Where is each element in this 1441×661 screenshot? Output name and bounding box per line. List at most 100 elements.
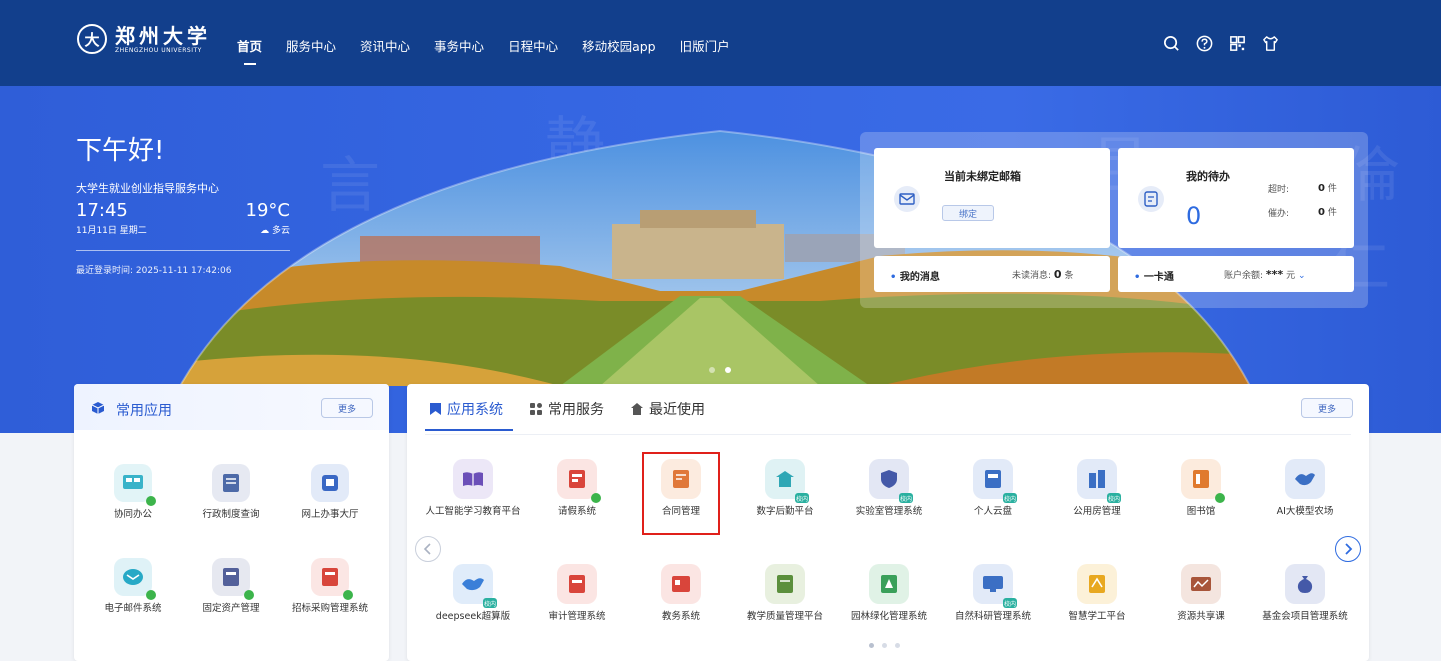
admin-rules-icon [212, 464, 250, 502]
fixed-assets-icon [212, 558, 254, 600]
message-bar[interactable]: • 我的消息 未读消息: 0 条 [874, 256, 1110, 292]
sys-smart-student[interactable]: 智慧学工平台 [1045, 564, 1149, 623]
overdue-unit: 件 [1327, 184, 1337, 194]
urge-label: 催办: [1268, 209, 1290, 219]
bullet-icon-2: • [1134, 272, 1141, 283]
chevron-down-icon[interactable]: ⌄ [1298, 271, 1306, 281]
app-admin-rules[interactable]: 行政制度查询 [176, 464, 286, 521]
research-icon: 校内 [973, 564, 1017, 608]
tab-common-services[interactable]: 常用服务 [529, 399, 604, 431]
shirt-icon[interactable] [1261, 34, 1280, 53]
procurement-icon [311, 558, 353, 600]
page-dot[interactable] [882, 643, 887, 648]
university-logo[interactable]: 大 郑州大学 ZHENGZHOU UNIVERSITY [77, 24, 211, 54]
unread-label: 未读消息: [1012, 271, 1052, 281]
temperature: 19°C [245, 200, 290, 221]
nav-affairs-center[interactable]: 事务中心 [434, 36, 484, 55]
nav-news-center[interactable]: 资讯中心 [360, 36, 410, 55]
sys-ai-model-farm[interactable]: AI大模型农场 [1253, 459, 1357, 518]
sys-teaching-quality[interactable]: 教学质量管理平台 [733, 564, 837, 623]
user-info-box: 大学生就业创业指导服务中心 17:45 19°C 11月11日 星期二 ☁ 多云… [76, 180, 290, 276]
todo-icon [1138, 186, 1164, 212]
sys-foundation-projects[interactable]: 基金会项目管理系统 [1253, 564, 1357, 623]
university-seal-icon: 大 [77, 24, 107, 54]
app-label: 行政制度查询 [202, 509, 260, 520]
next-page-arrow[interactable] [1335, 536, 1361, 562]
page-dot[interactable] [869, 643, 874, 648]
badge-icon [1215, 493, 1225, 503]
carousel-dot[interactable] [709, 367, 715, 373]
sys-deepseek[interactable]: 校内 deepseek超算版 [421, 564, 525, 623]
sys-ai-education[interactable]: 人工智能学习教育平台 [421, 459, 525, 518]
weather-text: 多云 [271, 226, 290, 236]
tab-recent[interactable]: 最近使用 [630, 399, 705, 431]
sys-shared-courses[interactable]: 资源共享课 [1149, 564, 1253, 623]
nav-schedule-center[interactable]: 日程中心 [508, 36, 558, 55]
nav-home[interactable]: 首页 [237, 36, 262, 65]
bullet-icon: • [890, 272, 897, 283]
sys-audit[interactable]: 审计管理系统 [525, 564, 629, 623]
info-divider [76, 250, 290, 251]
sys-cloud-disk[interactable]: 校内 个人云盘 [941, 459, 1045, 518]
unread-count: 0 [1053, 268, 1062, 281]
sys-digital-logistics[interactable]: 校内 数字后勤平台 [733, 459, 837, 518]
help-icon[interactable] [1195, 34, 1214, 53]
prev-page-arrow[interactable] [415, 536, 441, 562]
sys-lab-management[interactable]: 校内 实验室管理系统 [837, 459, 941, 518]
system-label: 教务系统 [661, 611, 700, 622]
nav-mobile-app[interactable]: 移动校园app [582, 36, 656, 55]
tab-app-systems[interactable]: 应用系统 [425, 399, 513, 431]
home-icon [631, 403, 643, 415]
badge-icon [146, 496, 156, 506]
last-login-time: 最近登录时间: 2025-11-11 17:42:06 [76, 266, 232, 276]
nav-service-center[interactable]: 服务中心 [286, 36, 336, 55]
todo-count: 0 [1186, 202, 1202, 230]
page-dot[interactable] [895, 643, 900, 648]
sys-public-housing[interactable]: 校内 公用房管理 [1045, 459, 1149, 518]
badge-icon [591, 493, 601, 503]
mail-icon [894, 186, 920, 212]
cloud-icon: ☁ [260, 226, 270, 236]
app-collab-office[interactable]: 协同办公 [78, 464, 188, 521]
system-label: 公用房管理 [1073, 506, 1121, 517]
tab-divider [425, 434, 1351, 435]
systems-more-button[interactable]: 更多 [1301, 398, 1353, 418]
app-online-hall[interactable]: 网上办事大厅 [275, 464, 385, 521]
cloud-disk-icon: 校内 [973, 459, 1017, 503]
app-procurement[interactable]: 招标采购管理系统 [275, 558, 385, 615]
nav-legacy-portal[interactable]: 旧版门户 [680, 36, 730, 55]
sys-research[interactable]: 校内 自然科研管理系统 [941, 564, 1045, 623]
sys-landscaping[interactable]: 园林绿化管理系统 [837, 564, 941, 623]
book-icon [453, 459, 493, 499]
leave-icon [557, 459, 601, 503]
app-fixed-assets[interactable]: 固定资产管理 [176, 558, 286, 615]
qrcode-icon[interactable] [1228, 34, 1247, 53]
carousel-dot-active[interactable] [725, 367, 731, 373]
bookmark-icon [430, 403, 441, 415]
campus-card-bar[interactable]: • 一卡通 账户余额: *** 元 ⌄ [1118, 256, 1354, 292]
todo-card[interactable]: 我的待办 0 超时: 0 件 催办: 0 件 [1118, 148, 1354, 248]
online-hall-icon [311, 464, 349, 502]
bind-mailbox-button[interactable]: 绑定 [942, 205, 994, 221]
current-date: 11月11日 星期二 [76, 226, 147, 236]
campus-tag: 校内 [795, 493, 809, 503]
app-email-system[interactable]: 电子邮件系统 [78, 558, 188, 615]
system-label: 自然科研管理系统 [954, 611, 1031, 622]
system-label: 资源共享课 [1177, 611, 1225, 622]
logistics-icon: 校内 [765, 459, 809, 503]
system-label: 基金会项目管理系统 [1262, 611, 1348, 622]
app-label: 电子邮件系统 [104, 603, 162, 614]
search-icon[interactable] [1162, 34, 1181, 53]
campus-card-label: 一卡通 [1143, 272, 1174, 283]
carousel-dots [709, 367, 731, 373]
common-apps-more-button[interactable]: 更多 [321, 398, 373, 418]
system-label: 人工智能学习教育平台 [425, 506, 521, 517]
system-label: 审计管理系统 [548, 611, 606, 622]
department-name: 大学生就业创业指导服务中心 [76, 182, 219, 195]
tab-label: 最近使用 [649, 402, 705, 418]
sys-library[interactable]: 图书馆 [1149, 459, 1253, 518]
sys-academic-affairs[interactable]: 教务系统 [629, 564, 733, 623]
pagination-dots [869, 643, 900, 648]
email-system-icon [114, 558, 156, 600]
sys-leave[interactable]: 请假系统 [525, 459, 629, 518]
